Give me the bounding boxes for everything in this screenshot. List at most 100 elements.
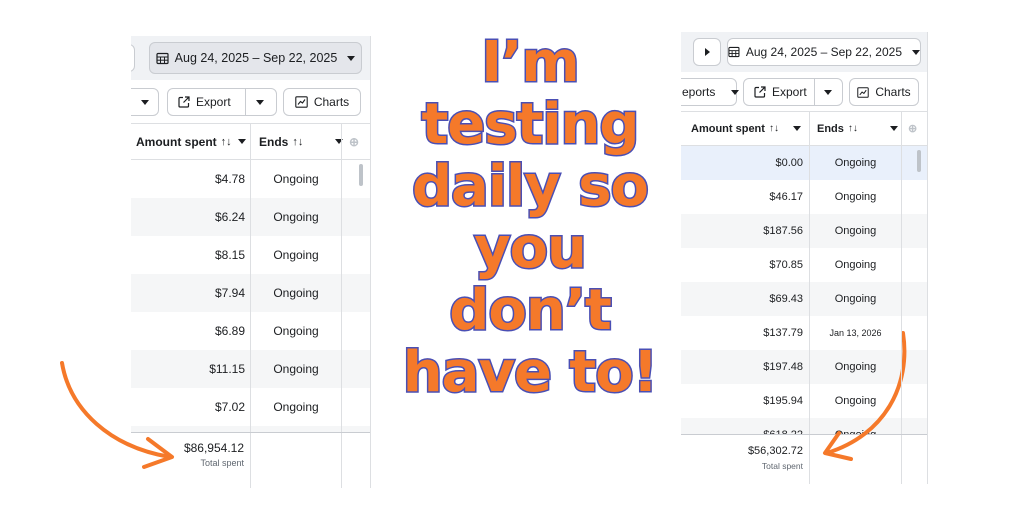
col-header-ends[interactable]: Ends ↑↓ <box>817 112 898 145</box>
add-column-icon[interactable]: ⊕ <box>908 112 917 145</box>
table-row[interactable]: $187.56 Ongoing <box>681 214 927 248</box>
headline-line: testing <box>420 92 641 157</box>
chart-icon <box>295 96 308 108</box>
charts-label: Charts <box>313 95 350 109</box>
chevron-down-icon <box>256 100 264 105</box>
ends-cell: Ongoing <box>273 172 319 186</box>
reports-dropdown-button[interactable]: eports <box>681 78 740 106</box>
prev-button[interactable] <box>131 44 135 72</box>
table-toolbar: eports Export Charts <box>681 72 927 112</box>
chevron-down-icon <box>912 49 920 55</box>
play-icon <box>704 48 710 56</box>
headline-line: daily so <box>410 154 650 219</box>
table-header: Amount spent ↑↓ Ends ↑↓ ⊕ <box>681 112 927 146</box>
chevron-down-icon <box>824 90 832 95</box>
chevron-down-icon <box>792 126 801 131</box>
chevron-down-icon <box>237 139 246 144</box>
ends-cell: Ongoing <box>834 225 877 237</box>
right-arrow-icon <box>823 331 907 461</box>
table-row[interactable]: $70.85 Ongoing <box>681 248 927 282</box>
amount-cell: $195.94 <box>763 395 803 407</box>
amount-cell: $0.00 <box>775 157 803 169</box>
chevron-down-icon <box>889 126 898 131</box>
amount-cell: $8.15 <box>214 248 245 262</box>
column-divider <box>809 435 810 484</box>
calendar-icon <box>156 52 169 64</box>
column-divider <box>250 160 251 432</box>
column-divider <box>341 433 342 488</box>
date-toolbar: Aug 24, 2025 – Sep 22, 2025 <box>131 36 370 80</box>
export-label: Export <box>196 95 231 109</box>
ends-cell: Ongoing <box>834 259 877 271</box>
amount-cell: $46.17 <box>769 191 803 203</box>
col-amount-label: Amount spent <box>136 134 217 149</box>
ends-cell: Ongoing <box>273 210 319 224</box>
charts-button[interactable]: Charts <box>283 88 361 116</box>
export-button[interactable]: Export <box>743 78 843 106</box>
ends-cell: Ongoing <box>834 293 877 305</box>
amount-cell: $187.56 <box>763 225 803 237</box>
chevron-down-icon <box>335 139 344 144</box>
column-divider <box>250 124 251 159</box>
col-amount-label: Amount spent <box>691 122 765 135</box>
sort-icon: ↑↓ <box>292 135 304 148</box>
sort-icon: ↑↓ <box>768 123 779 134</box>
col-ends-label: Ends <box>817 122 844 135</box>
headline-line: you <box>473 216 589 281</box>
scrollbar-thumb[interactable] <box>359 164 363 186</box>
headline-text: I’m testing daily so you don’t have to! <box>380 30 680 405</box>
chevron-down-icon <box>731 89 740 95</box>
column-divider <box>809 146 810 434</box>
total-spent-value: $86,954.12 <box>183 441 244 455</box>
add-column-icon[interactable]: ⊕ <box>349 124 359 159</box>
next-button[interactable] <box>693 38 721 66</box>
column-divider <box>901 146 902 434</box>
date-range-picker[interactable]: Aug 24, 2025 – Sep 22, 2025 <box>149 42 362 74</box>
total-spent-label: Total spent <box>200 458 244 468</box>
charts-label: Charts <box>875 85 911 99</box>
export-icon <box>178 96 190 108</box>
headline-line: have to! <box>401 340 659 405</box>
amount-cell: $69.43 <box>769 293 803 305</box>
chevron-down-icon <box>141 99 149 105</box>
amount-cell: $4.78 <box>214 172 245 186</box>
amount-cell: $70.85 <box>769 259 803 271</box>
column-divider <box>250 433 251 488</box>
date-toolbar: Aug 24, 2025 – Sep 22, 2025 <box>681 32 927 72</box>
table-toolbar: Export Charts <box>131 80 370 124</box>
split-divider <box>245 89 246 115</box>
column-divider <box>341 124 342 159</box>
ends-cell: Ongoing <box>834 157 877 169</box>
left-arrow-icon <box>60 361 174 469</box>
calendar-icon <box>728 46 740 58</box>
date-range-picker[interactable]: Aug 24, 2025 – Sep 22, 2025 <box>727 38 921 66</box>
amount-cell: $6.24 <box>214 210 245 224</box>
table-row[interactable]: $46.17 Ongoing <box>681 180 927 214</box>
reports-label: eports <box>682 85 716 99</box>
charts-button[interactable]: Charts <box>849 78 919 106</box>
col-header-amount-spent[interactable]: Amount spent ↑↓ <box>136 124 246 159</box>
headline-line: I’m <box>480 30 581 95</box>
scrollbar-thumb[interactable] <box>917 150 921 172</box>
total-spent-label: Total spent <box>761 461 803 471</box>
column-divider <box>809 112 810 145</box>
column-divider <box>341 160 342 432</box>
ends-cell: Ongoing <box>273 362 319 376</box>
ends-cell: Ongoing <box>273 400 319 414</box>
table-row[interactable]: $69.43 Ongoing <box>681 282 927 316</box>
col-header-amount-spent[interactable]: Amount spent ↑↓ <box>691 112 801 145</box>
ends-cell: Ongoing <box>273 324 319 338</box>
export-label: Export <box>772 85 807 99</box>
table-row[interactable]: $0.00 Ongoing <box>681 146 927 180</box>
reports-dropdown-button[interactable] <box>131 88 159 116</box>
export-button[interactable]: Export <box>167 88 277 116</box>
headline-line: don’t <box>448 278 613 343</box>
col-header-ends[interactable]: Ends ↑↓ <box>259 124 344 159</box>
ends-cell: Ongoing <box>273 286 319 300</box>
table-header: Amount spent ↑↓ Ends ↑↓ ⊕ <box>131 124 370 160</box>
date-range-label: Aug 24, 2025 – Sep 22, 2025 <box>174 51 338 65</box>
column-divider <box>901 112 902 145</box>
amount-cell: $7.94 <box>214 286 245 300</box>
split-divider <box>814 79 815 105</box>
chart-icon <box>857 86 870 98</box>
